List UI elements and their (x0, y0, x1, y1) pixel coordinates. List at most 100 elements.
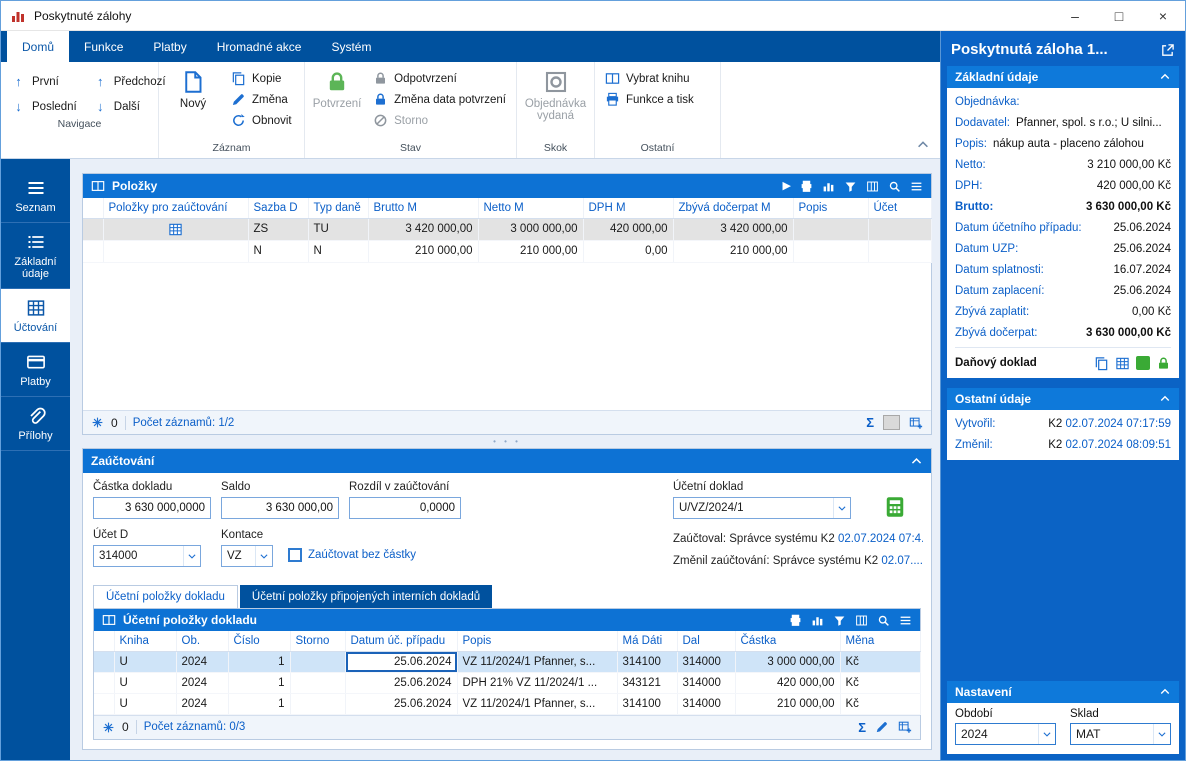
chevron-down-icon[interactable] (1038, 724, 1055, 744)
table-plus-icon[interactable] (898, 720, 912, 734)
period-combo[interactable]: 2024 (955, 723, 1056, 745)
datum-cell[interactable]: 25.06.2024 (345, 651, 457, 672)
netto-cell[interactable]: 210 000,00 (478, 240, 583, 262)
document-copy-icon[interactable] (1094, 356, 1109, 371)
difference-input[interactable] (349, 497, 461, 519)
sazba-cell[interactable]: N (248, 240, 308, 262)
edit-button[interactable]: Změna (225, 89, 298, 110)
ma-dati-cell[interactable]: 343121 (617, 672, 677, 693)
sidebar-item-uctovani[interactable]: Účtování (1, 289, 70, 343)
last-button[interactable]: ↓Poslední (5, 96, 83, 117)
col-brutto[interactable]: Brutto M (368, 198, 478, 218)
columns-icon[interactable] (866, 180, 879, 193)
row-selector-cell[interactable] (94, 693, 114, 714)
datum-cell[interactable]: 25.06.2024 (345, 693, 457, 714)
cislo-cell[interactable]: 1 (228, 651, 290, 672)
cislo-cell[interactable]: 1 (228, 672, 290, 693)
brutto-cell[interactable]: 3 420 000,00 (368, 218, 478, 240)
zbyva-cell[interactable]: 210 000,00 (673, 240, 793, 262)
search-icon[interactable] (888, 180, 901, 193)
sum-icon[interactable]: Σ (858, 720, 866, 735)
chevron-up-icon[interactable] (1159, 71, 1171, 83)
menu-icon[interactable] (910, 180, 923, 193)
netto-cell[interactable]: 3 000 000,00 (478, 218, 583, 240)
purchase-order-button[interactable]: Objednávka vydaná (522, 65, 590, 122)
search-icon[interactable] (877, 614, 890, 627)
sidebar-item-platby[interactable]: Platby (1, 343, 70, 397)
col-sazba[interactable]: Sazba D (248, 198, 308, 218)
row-selector-header[interactable] (83, 198, 103, 218)
collapse-section-icon[interactable] (910, 455, 923, 468)
typ-cell[interactable]: N (308, 240, 368, 262)
warehouse-combo[interactable]: MAT (1070, 723, 1171, 745)
columns-icon[interactable] (855, 614, 868, 627)
popis-cell[interactable] (793, 218, 868, 240)
select-book-button[interactable]: Vybrat knihu (599, 68, 700, 89)
filter-icon[interactable] (833, 614, 846, 627)
tab-funkce[interactable]: Funkce (69, 31, 138, 62)
chevron-down-icon[interactable] (1153, 724, 1170, 744)
copy-button[interactable]: Kopie (225, 68, 298, 89)
col-kniha[interactable]: Kniha (114, 631, 176, 651)
first-button[interactable]: ↑První (5, 71, 83, 92)
kniha-cell[interactable]: U (114, 672, 176, 693)
pencil-icon[interactable] (875, 720, 889, 734)
col-datum[interactable]: Datum úč. případu (345, 631, 457, 651)
minimize-button[interactable]: – (1053, 1, 1097, 30)
mena-cell[interactable]: Kč (840, 693, 920, 714)
row-selector-cell[interactable] (83, 240, 103, 262)
snowflake-icon[interactable] (91, 416, 104, 429)
mena-cell[interactable]: Kč (840, 651, 920, 672)
sidebar-item-prilohy[interactable]: Přílohy (1, 397, 70, 451)
amount-input[interactable] (93, 497, 211, 519)
filter-icon[interactable] (844, 180, 857, 193)
chevron-down-icon[interactable] (183, 546, 200, 566)
ma-dati-cell[interactable]: 314100 (617, 651, 677, 672)
chevron-down-icon[interactable] (833, 498, 850, 518)
col-ma-dati[interactable]: Má Dáti (617, 631, 677, 651)
chevron-down-icon[interactable] (255, 546, 272, 566)
brutto-cell[interactable]: 210 000,00 (368, 240, 478, 262)
col-popis[interactable]: Popis (793, 198, 868, 218)
print-icon[interactable] (789, 614, 802, 627)
dph-cell[interactable]: 0,00 (583, 240, 673, 262)
post-without-amount-checkbox[interactable]: Zaúčtovat bez částky (288, 548, 416, 562)
col-storno[interactable]: Storno (290, 631, 345, 651)
table-row[interactable]: U 2024 1 25.06.2024 VZ 11/2024/1 Pfanner… (94, 651, 920, 672)
storno-cell[interactable] (290, 672, 345, 693)
spreadsheet-icon[interactable] (1115, 356, 1130, 371)
tab-ucetni-polozky-dokladu[interactable]: Účetní položky dokladu (93, 585, 238, 608)
horizontal-splitter[interactable]: • • • (82, 435, 932, 448)
popis-cell[interactable]: VZ 11/2024/1 Pfanner, s... (457, 693, 617, 714)
saldo-input[interactable] (221, 497, 339, 519)
storno-cell[interactable] (290, 651, 345, 672)
ucet-cell[interactable] (868, 240, 931, 262)
table-row[interactable]: ZS TU 3 420 000,00 3 000 000,00 420 000,… (83, 218, 931, 240)
popis-cell[interactable] (793, 240, 868, 262)
col-dal[interactable]: Dal (677, 631, 735, 651)
table-row[interactable]: U 2024 1 25.06.2024 DPH 21% VZ 11/2024/1… (94, 672, 920, 693)
datum-cell[interactable]: 25.06.2024 (345, 672, 457, 693)
col-ob[interactable]: Ob. (176, 631, 228, 651)
castka-cell[interactable]: 210 000,00 (735, 693, 840, 714)
ob-cell[interactable]: 2024 (176, 672, 228, 693)
storno-cell[interactable] (290, 693, 345, 714)
dal-cell[interactable]: 314000 (677, 693, 735, 714)
pro-zauctovani-cell[interactable] (103, 218, 248, 240)
tab-ucetni-polozky-internich-dokladu[interactable]: Účetní položky připojených interních dok… (240, 585, 492, 608)
change-confirm-date-button[interactable]: Změna data potvrzení (367, 89, 512, 110)
kniha-cell[interactable]: U (114, 651, 176, 672)
table-row[interactable]: U 2024 1 25.06.2024 VZ 11/2024/1 Pfanner… (94, 693, 920, 714)
chevron-up-icon[interactable] (1159, 686, 1171, 698)
confirm-button[interactable]: Potvrzení (309, 65, 365, 110)
col-popis[interactable]: Popis (457, 631, 617, 651)
tab-system[interactable]: Systém (316, 31, 386, 62)
ob-cell[interactable]: 2024 (176, 693, 228, 714)
table-row[interactable]: N N 210 000,00 210 000,00 0,00 210 000,0… (83, 240, 931, 262)
ob-cell[interactable]: 2024 (176, 651, 228, 672)
menu-icon[interactable] (899, 614, 912, 627)
checkbox-box[interactable] (288, 548, 302, 562)
section-header-ostatni[interactable]: Ostatní údaje (947, 388, 1179, 410)
col-ucet[interactable]: Účet (868, 198, 931, 218)
print-icon[interactable] (800, 180, 813, 193)
